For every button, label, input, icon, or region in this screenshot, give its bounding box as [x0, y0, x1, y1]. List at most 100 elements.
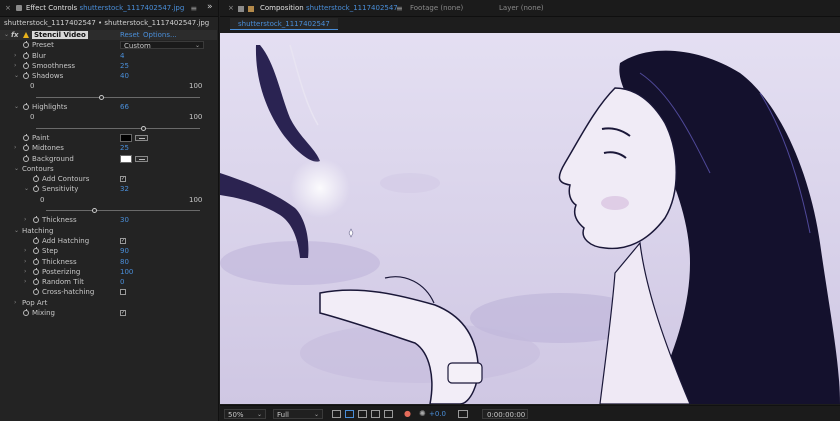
lock-icon[interactable] [238, 6, 244, 12]
twirl-closed-icon[interactable]: › [24, 277, 26, 287]
stopwatch-icon[interactable] [33, 288, 39, 296]
hatching-thickness-value[interactable]: 80 [120, 257, 129, 267]
twirl-closed-icon[interactable]: › [14, 143, 16, 153]
region-of-interest-icon[interactable] [332, 410, 341, 418]
add-contours-checkbox[interactable]: ✓ [120, 176, 126, 183]
preset-dropdown[interactable]: Custom ⌄ [120, 41, 204, 51]
stopwatch-icon[interactable] [33, 175, 39, 183]
stopwatch-icon[interactable] [23, 133, 29, 141]
panel-menu-icon[interactable]: ≡ [396, 0, 403, 17]
panel-menu-icon[interactable]: ≡ [190, 4, 197, 13]
resolution-dropdown[interactable]: Full ⌄ [273, 409, 323, 419]
stopwatch-icon[interactable] [33, 236, 39, 244]
twirl-closed-icon[interactable]: › [24, 215, 26, 225]
lock-icon[interactable] [15, 5, 22, 11]
contours-group-row[interactable]: ⌄ Contours [0, 164, 217, 174]
grid-icon[interactable] [384, 410, 393, 418]
stopwatch-icon[interactable] [23, 61, 29, 69]
color-channels-icon[interactable]: ● [404, 409, 411, 419]
tab-active-composition[interactable]: shutterstock_1117402547 [230, 18, 338, 30]
exposure-icon[interactable]: ✺ [419, 409, 426, 419]
close-panel-icon[interactable]: × [5, 4, 11, 12]
paint-color-swatch[interactable] [120, 133, 132, 142]
stopwatch-icon[interactable] [23, 51, 29, 59]
mask-visibility-icon[interactable] [358, 410, 367, 418]
twirl-closed-icon[interactable]: › [14, 51, 16, 61]
tab-footage[interactable]: Footage (none) [410, 0, 463, 17]
step-value[interactable]: 90 [120, 246, 129, 256]
stopwatch-icon[interactable] [23, 154, 29, 162]
cross-hatching-checkbox[interactable] [120, 289, 126, 296]
mixing-checkbox[interactable]: ✓ [120, 310, 126, 317]
close-panel-icon[interactable]: × [228, 0, 234, 17]
contour-thickness-value[interactable]: 30 [120, 215, 129, 225]
pop-art-group-row[interactable]: › Pop Art [0, 298, 217, 308]
twirl-open-icon[interactable]: ⌄ [14, 226, 19, 236]
stopwatch-icon[interactable] [33, 216, 39, 224]
twirl-open-icon[interactable]: ⌄ [14, 102, 19, 112]
eyedropper-icon[interactable] [135, 155, 148, 162]
shadows-slider[interactable] [36, 94, 200, 100]
highlights-value[interactable]: 66 [120, 102, 129, 112]
add-contours-row: Add Contours ✓ [0, 174, 217, 184]
highlights-range-row: 0 100 [0, 112, 217, 122]
twirl-open-icon[interactable]: ⌄ [14, 71, 19, 81]
guides-icon[interactable] [371, 410, 380, 418]
hatching-thickness-row: › Thickness 80 [0, 257, 217, 267]
twirl-open-icon[interactable]: ⌄ [4, 30, 9, 40]
tab-composition[interactable]: Composition shutterstock_1117402547 [260, 0, 398, 17]
twirl-closed-icon[interactable]: › [14, 61, 16, 71]
options-link[interactable]: Options... [143, 30, 177, 40]
posterizing-value[interactable]: 100 [120, 267, 133, 277]
stopwatch-icon[interactable] [23, 144, 29, 152]
stopwatch-icon[interactable] [23, 309, 29, 317]
add-hatching-checkbox[interactable]: ✓ [120, 237, 126, 244]
twirl-closed-icon[interactable]: › [14, 298, 16, 308]
stopwatch-icon[interactable] [33, 247, 39, 255]
shadows-value[interactable]: 40 [120, 71, 129, 81]
mixing-label: Mixing [32, 309, 55, 318]
sensitivity-value[interactable]: 32 [120, 184, 129, 194]
transparency-grid-icon[interactable] [345, 410, 354, 418]
timecode-display[interactable]: 0:00:00:00 [482, 409, 528, 419]
snapshot-camera-icon[interactable] [458, 410, 468, 418]
stopwatch-icon[interactable] [23, 72, 29, 80]
zoom-dropdown[interactable]: 50% ⌄ [224, 409, 266, 419]
composition-viewer[interactable] [220, 33, 840, 404]
twirl-closed-icon[interactable]: › [24, 257, 26, 267]
eyedropper-icon[interactable] [135, 134, 148, 141]
effect-header-row[interactable]: ⌄ fx Stencil Video Reset Options... [0, 30, 217, 41]
twirl-closed-icon[interactable]: › [24, 267, 26, 277]
hatching-label: Hatching [22, 226, 54, 235]
highlights-slider[interactable] [36, 125, 200, 131]
smoothness-value[interactable]: 25 [120, 61, 129, 71]
reset-link[interactable]: Reset [120, 30, 140, 40]
collapse-panels-icon[interactable]: » [207, 2, 213, 12]
twirl-open-icon[interactable]: ⌄ [24, 184, 29, 194]
slider-knob[interactable] [141, 125, 147, 131]
stopwatch-icon[interactable] [33, 278, 39, 286]
stopwatch-icon[interactable] [33, 257, 39, 265]
preset-value: Custom [124, 42, 151, 51]
tab-effect-controls[interactable]: Effect Controls shutterstock_1117402547.… [26, 4, 184, 12]
hatching-group-row[interactable]: ⌄ Hatching [0, 226, 217, 236]
twirl-open-icon[interactable]: ⌄ [14, 164, 19, 174]
slider-knob[interactable] [92, 208, 98, 214]
effect-name: Stencil Video [32, 31, 88, 39]
tab-layer[interactable]: Layer (none) [499, 0, 544, 17]
exposure-value[interactable]: +0.0 [429, 409, 446, 419]
blur-value[interactable]: 4 [120, 51, 124, 61]
sensitivity-slider[interactable] [46, 208, 200, 214]
midtones-value[interactable]: 25 [120, 143, 129, 153]
stopwatch-icon[interactable] [33, 185, 39, 193]
paint-row: Paint [0, 133, 217, 143]
fx-toggle-icon[interactable]: fx [11, 30, 19, 40]
random-tilt-value[interactable]: 0 [120, 277, 124, 287]
stopwatch-icon[interactable] [23, 103, 29, 111]
stopwatch-icon[interactable] [23, 41, 29, 49]
twirl-closed-icon[interactable]: › [24, 246, 26, 256]
background-color-swatch[interactable] [120, 154, 132, 163]
stopwatch-icon[interactable] [33, 267, 39, 275]
slider-knob[interactable] [98, 94, 104, 100]
contour-thickness-row: › Thickness 30 [0, 215, 217, 225]
